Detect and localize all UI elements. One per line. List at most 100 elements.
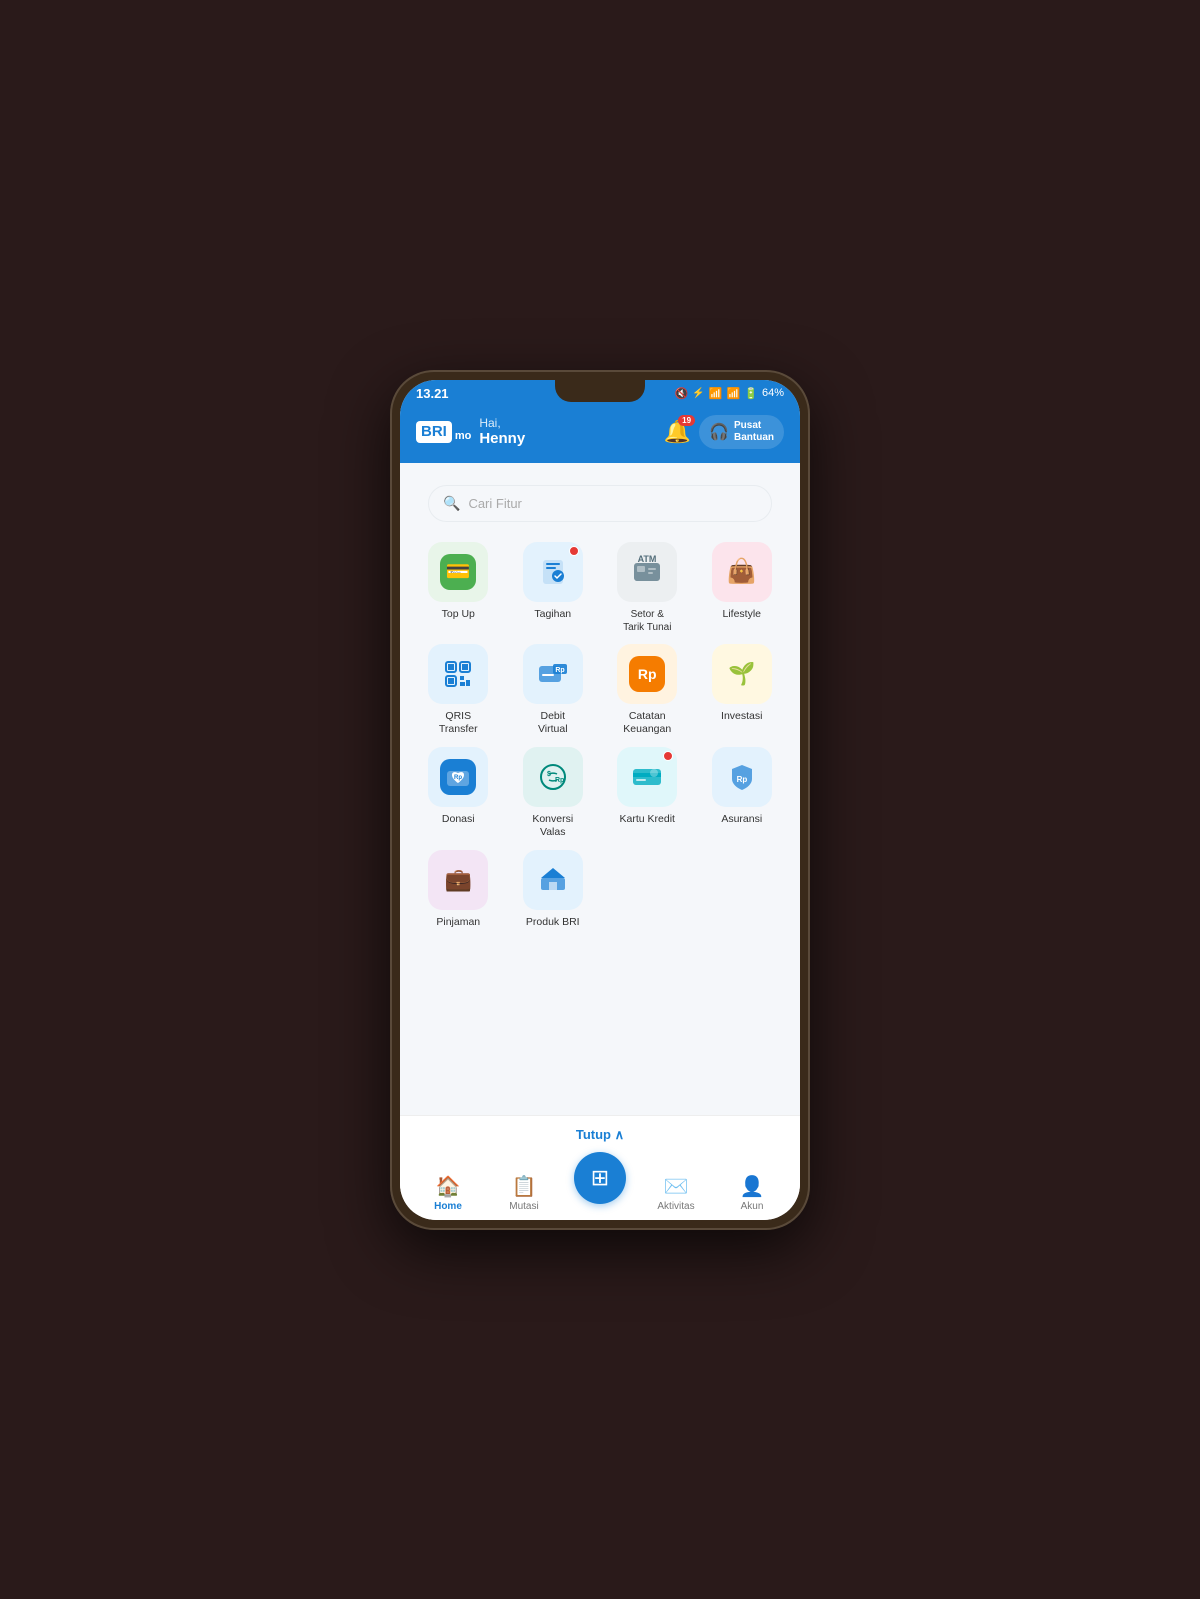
pusat-bantuan-label: PusatBantuan <box>734 420 774 444</box>
svg-text:Rp: Rp <box>454 775 462 781</box>
tutup-row: Tutup ∧ <box>400 1122 800 1152</box>
debit-icon: Rp <box>535 656 571 692</box>
menu-item-produk-bri[interactable]: Produk BRI <box>509 850 598 930</box>
kartu-label: Kartu Kredit <box>620 813 675 827</box>
setor-icon: ATM <box>629 554 665 590</box>
header-left: BRI mo Hai, Henny <box>416 416 525 447</box>
bluetooth-icon: ⚡ <box>692 388 704 399</box>
top-up-label: Top Up <box>442 608 475 622</box>
svg-text:ATM: ATM <box>638 555 657 564</box>
phone-frame: 13.21 🔇 ⚡ 📶 📶 🔋 64% BRI mo Hai, Henny <box>390 370 810 1230</box>
aktivitas-icon: ✉️ <box>664 1174 689 1199</box>
pinjaman-label: Pinjaman <box>436 916 480 930</box>
qris-icon-wrap <box>428 644 488 704</box>
konversi-icon: $ Rp <box>535 759 571 795</box>
qris-icon <box>440 656 476 692</box>
menu-item-konversi[interactable]: $ Rp KonversiValas <box>509 747 598 840</box>
donasi-icon: Rp <box>440 759 476 795</box>
header-right: 🔔 19 🎧 PusatBantuan <box>664 415 784 449</box>
qris-label: QRISTransfer <box>439 710 478 737</box>
app-header: BRI mo Hai, Henny 🔔 19 🎧 PusatBantuan <box>400 405 800 463</box>
kartu-icon-wrap <box>617 747 677 807</box>
tagihan-icon-wrap <box>523 542 583 602</box>
nav-home[interactable]: 🏠 Home <box>410 1174 486 1212</box>
lifestyle-icon-wrap: 👜 <box>712 542 772 602</box>
nav-qr[interactable]: ⊞ <box>562 1152 638 1212</box>
konversi-label: KonversiValas <box>532 813 573 840</box>
search-bar[interactable]: 🔍 Cari Fitur <box>428 485 772 522</box>
battery-percent: 64% <box>762 387 784 399</box>
akun-icon: 👤 <box>740 1174 765 1199</box>
phone-screen: 13.21 🔇 ⚡ 📶 📶 🔋 64% BRI mo Hai, Henny <box>400 380 800 1220</box>
menu-item-donasi[interactable]: Rp Donasi <box>414 747 503 840</box>
debit-icon-wrap: Rp <box>523 644 583 704</box>
konversi-icon-wrap: $ Rp <box>523 747 583 807</box>
brimo-logo: BRI mo <box>416 421 471 443</box>
menu-item-setor-tarik[interactable]: ATM Setor &Tarik Tunai <box>603 542 692 634</box>
home-icon: 🏠 <box>436 1174 461 1199</box>
nav-bar: 🏠 Home 📋 Mutasi ⊞ ✉️ Aktivitas <box>400 1152 800 1212</box>
setor-label: Setor &Tarik Tunai <box>623 608 671 634</box>
greeting-hai: Hai, <box>479 416 525 430</box>
qr-code-icon: ⊞ <box>591 1165 609 1191</box>
nav-aktivitas-label: Aktivitas <box>657 1201 694 1212</box>
produk-icon <box>535 862 571 898</box>
top-up-icon: 💳 <box>440 554 476 590</box>
notification-badge: 19 <box>678 415 695 426</box>
menu-item-asuransi[interactable]: Rp Asuransi <box>698 747 787 840</box>
menu-item-qris[interactable]: QRISTransfer <box>414 644 503 737</box>
menu-item-pinjaman[interactable]: 💼 Pinjaman <box>414 850 503 930</box>
produk-label: Produk BRI <box>526 916 580 930</box>
menu-item-kartu-kredit[interactable]: Kartu Kredit <box>603 747 692 840</box>
bottom-bar: Tutup ∧ 🏠 Home 📋 Mutasi ⊞ <box>400 1115 800 1220</box>
produk-icon-wrap <box>523 850 583 910</box>
pinjaman-icon: 💼 <box>440 862 476 898</box>
investasi-icon: 🌱 <box>724 656 760 692</box>
svg-text:Rp: Rp <box>555 667 564 674</box>
menu-section: 💳 Top Up <box>400 536 800 1115</box>
nav-mutasi-label: Mutasi <box>509 1201 538 1212</box>
headset-icon: 🎧 <box>709 422 729 442</box>
catatan-label: CatatanKeuangan <box>623 710 671 737</box>
battery-icon: 🔋 <box>744 387 758 400</box>
status-icons: 🔇 ⚡ 📶 📶 🔋 64% <box>675 387 784 400</box>
menu-item-lifestyle[interactable]: 👜 Lifestyle <box>698 542 787 634</box>
nav-akun-label: Akun <box>741 1201 764 1212</box>
menu-item-top-up[interactable]: 💳 Top Up <box>414 542 503 634</box>
asuransi-label: Asuransi <box>721 813 762 827</box>
lifestyle-label: Lifestyle <box>722 608 761 622</box>
kartu-icon <box>629 759 665 795</box>
catatan-icon-wrap: Rp <box>617 644 677 704</box>
notch <box>555 380 645 402</box>
tagihan-red-dot <box>569 546 579 556</box>
donasi-label: Donasi <box>442 813 475 827</box>
pusat-bantuan-button[interactable]: 🎧 PusatBantuan <box>699 415 784 449</box>
investasi-icon-wrap: 🌱 <box>712 644 772 704</box>
svg-text:Rp: Rp <box>736 775 747 784</box>
menu-item-debit-virtual[interactable]: Rp DebitVirtual <box>509 644 598 737</box>
menu-item-investasi[interactable]: 🌱 Investasi <box>698 644 787 737</box>
nav-mutasi[interactable]: 📋 Mutasi <box>486 1174 562 1212</box>
qr-button[interactable]: ⊞ <box>574 1152 626 1204</box>
wifi-icon: 📶 <box>709 387 723 400</box>
asuransi-icon-wrap: Rp <box>712 747 772 807</box>
notification-button[interactable]: 🔔 19 <box>664 419 691 445</box>
kartu-red-dot <box>663 751 673 761</box>
menu-grid: 💳 Top Up <box>414 542 786 930</box>
tagihan-label: Tagihan <box>534 608 571 622</box>
nav-aktivitas[interactable]: ✉️ Aktivitas <box>638 1174 714 1212</box>
pinjaman-icon-wrap: 💼 <box>428 850 488 910</box>
nav-home-label: Home <box>434 1201 462 1212</box>
status-time: 13.21 <box>416 386 449 401</box>
menu-item-catatan[interactable]: Rp CatatanKeuangan <box>603 644 692 737</box>
tutup-button[interactable]: Tutup ∧ <box>576 1127 624 1142</box>
svg-text:$: $ <box>547 771 551 778</box>
header-greeting: Hai, Henny <box>479 416 525 447</box>
nav-akun[interactable]: 👤 Akun <box>714 1174 790 1212</box>
asuransi-icon: Rp <box>724 759 760 795</box>
signal-icon: 📶 <box>727 387 741 400</box>
tagihan-icon <box>535 554 571 590</box>
mute-icon: 🔇 <box>675 387 689 400</box>
greeting-name: Henny <box>479 430 525 447</box>
menu-item-tagihan[interactable]: Tagihan <box>509 542 598 634</box>
